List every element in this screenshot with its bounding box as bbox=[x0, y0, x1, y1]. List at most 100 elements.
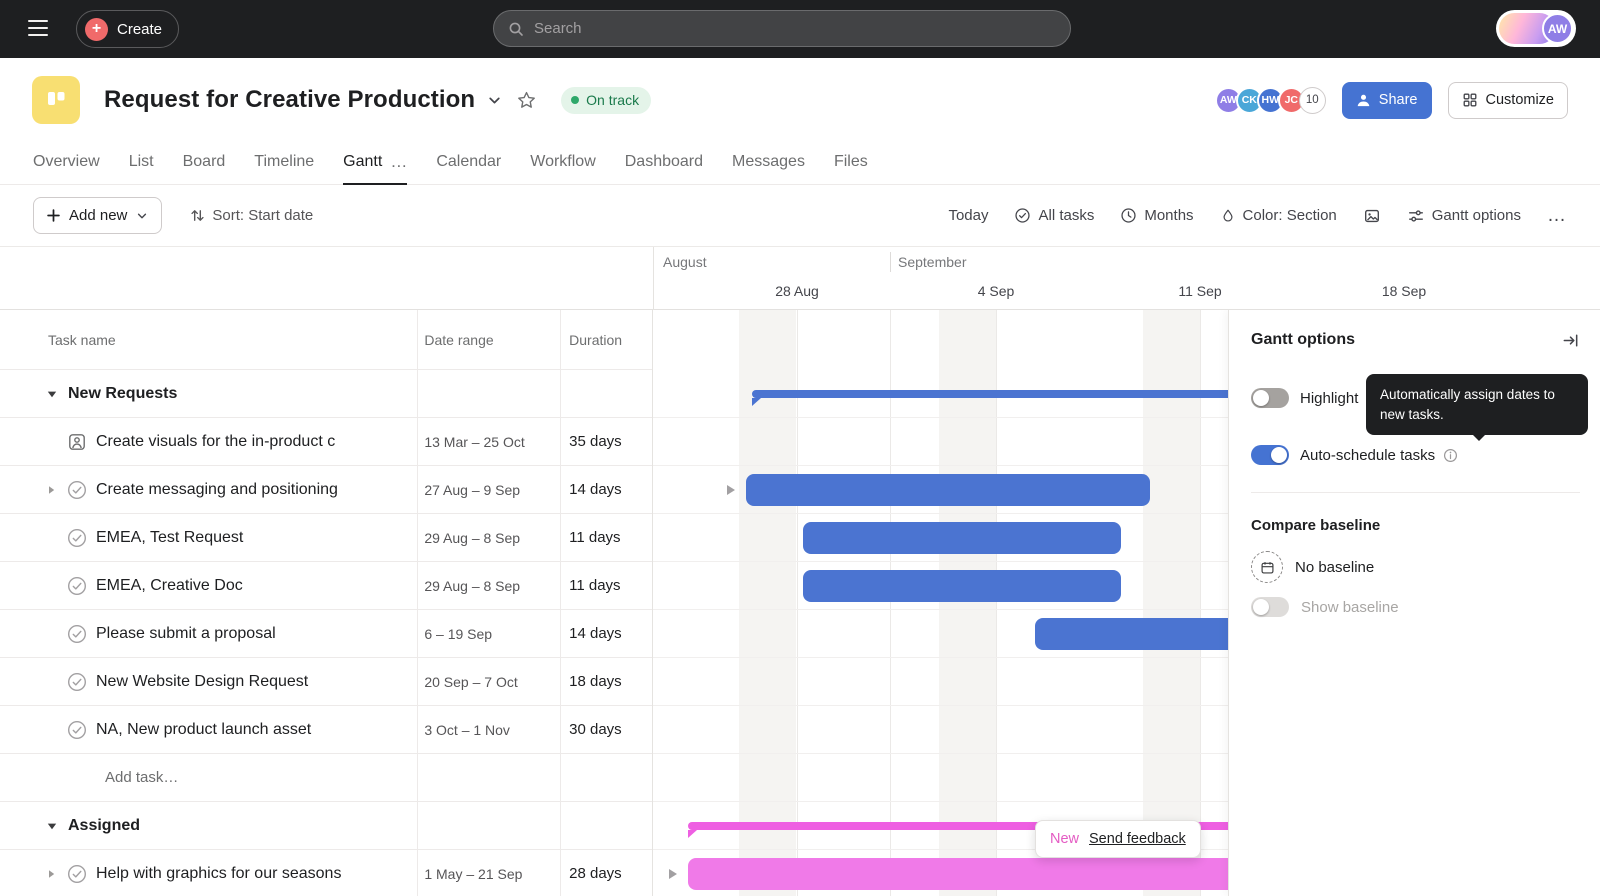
task-row[interactable]: Help with graphics for our seasons 1 May … bbox=[0, 850, 652, 896]
task-name[interactable]: Please submit a proposal bbox=[96, 625, 276, 643]
hamburger-menu-icon[interactable] bbox=[28, 20, 48, 36]
expand-arrow-icon[interactable] bbox=[46, 485, 58, 495]
info-icon[interactable] bbox=[1443, 448, 1458, 463]
task-bar[interactable] bbox=[803, 522, 1121, 554]
table-chart-divider bbox=[653, 247, 654, 310]
task-row[interactable]: EMEA, Creative Doc29 Aug – 8 Sep11 days bbox=[0, 562, 652, 610]
gantt-options-button[interactable]: Gantt options bbox=[1407, 207, 1521, 225]
task-row[interactable]: Please submit a proposal6 – 19 Sep14 day… bbox=[0, 610, 652, 658]
member-overflow-count[interactable]: 10 bbox=[1299, 87, 1326, 114]
project-header: Request for Creative Production On track… bbox=[0, 58, 1600, 142]
customize-button[interactable]: Customize bbox=[1448, 82, 1569, 119]
zoom-level-control[interactable]: Months bbox=[1120, 207, 1193, 224]
section-chevron-icon[interactable] bbox=[46, 388, 58, 400]
show-baseline-toggle[interactable] bbox=[1251, 597, 1289, 617]
add-task-row[interactable]: Add task… bbox=[0, 754, 652, 802]
task-name[interactable]: New Website Design Request bbox=[96, 673, 308, 691]
date-range-cell: 27 Aug – 9 Sep bbox=[416, 482, 559, 498]
task-table-body: New Requests Create visuals for the in-pr… bbox=[0, 370, 652, 896]
auto-schedule-toggle[interactable] bbox=[1251, 445, 1289, 465]
check-circle-icon[interactable] bbox=[67, 720, 87, 740]
project-icon[interactable] bbox=[32, 76, 80, 124]
section-row[interactable]: Assigned bbox=[0, 802, 652, 850]
favorite-star-icon[interactable] bbox=[516, 90, 537, 111]
tab-board[interactable]: Board bbox=[183, 153, 226, 185]
portrait-icon[interactable] bbox=[67, 432, 87, 452]
tab-overflow-icon[interactable]: … bbox=[390, 158, 407, 166]
create-button[interactable]: + Create bbox=[76, 10, 179, 48]
chevron-down-icon[interactable] bbox=[487, 93, 502, 108]
search-bar[interactable] bbox=[493, 10, 1071, 47]
search-input[interactable] bbox=[534, 20, 1014, 37]
tab-files[interactable]: Files bbox=[834, 153, 868, 185]
task-name[interactable]: Help with graphics for our seasons bbox=[96, 865, 341, 883]
task-name[interactable]: EMEA, Creative Doc bbox=[96, 577, 243, 595]
collapse-panel-icon[interactable] bbox=[1561, 331, 1580, 350]
add-task-label[interactable]: Add task… bbox=[105, 769, 178, 786]
all-tasks-filter[interactable]: All tasks bbox=[1014, 207, 1094, 224]
tab-messages[interactable]: Messages bbox=[732, 153, 805, 185]
date-range-cell: 13 Mar – 25 Oct bbox=[416, 434, 559, 450]
tab-overview[interactable]: Overview bbox=[33, 153, 100, 185]
date-range-cell: 20 Sep – 7 Oct bbox=[416, 674, 559, 690]
check-circle-icon[interactable] bbox=[67, 528, 87, 548]
add-new-label: Add new bbox=[69, 207, 127, 224]
today-button[interactable]: Today bbox=[948, 207, 988, 224]
highlight-toggle[interactable] bbox=[1251, 388, 1289, 408]
auto-schedule-label: Auto-schedule tasks bbox=[1300, 447, 1435, 464]
tab-list[interactable]: List bbox=[129, 153, 154, 185]
sort-control[interactable]: Sort: Start date bbox=[190, 207, 313, 224]
check-circle-icon[interactable] bbox=[67, 624, 87, 644]
check-circle-icon bbox=[1014, 207, 1031, 224]
tab-timeline[interactable]: Timeline bbox=[254, 153, 314, 185]
tab-gantt[interactable]: Gantt… bbox=[343, 153, 407, 185]
user-menu[interactable]: AW bbox=[1496, 10, 1576, 47]
section-name[interactable]: New Requests bbox=[68, 385, 177, 403]
export-image-button[interactable] bbox=[1363, 207, 1381, 225]
date-range-cell: 6 – 19 Sep bbox=[416, 626, 559, 642]
no-baseline-label: No baseline bbox=[1295, 559, 1374, 576]
date-range-cell: 29 Aug – 8 Sep bbox=[416, 578, 559, 594]
section-chevron-icon[interactable] bbox=[46, 820, 58, 832]
user-avatar[interactable]: AW bbox=[1542, 13, 1573, 44]
col-task-name: Task name bbox=[0, 332, 416, 348]
task-name[interactable]: EMEA, Test Request bbox=[96, 529, 243, 547]
task-bar[interactable] bbox=[803, 570, 1121, 602]
search-icon bbox=[508, 21, 524, 37]
bar-expand-arrow-icon[interactable] bbox=[669, 869, 677, 879]
section-row[interactable]: New Requests bbox=[0, 370, 652, 418]
tab-dashboard[interactable]: Dashboard bbox=[625, 153, 703, 185]
share-person-icon bbox=[1356, 93, 1371, 108]
task-row[interactable]: NA, New product launch asset3 Oct – 1 No… bbox=[0, 706, 652, 754]
task-bar[interactable] bbox=[746, 474, 1150, 506]
color-by-control[interactable]: Color: Section bbox=[1220, 207, 1337, 224]
add-new-button[interactable]: Add new bbox=[33, 197, 162, 234]
task-row[interactable]: EMEA, Test Request29 Aug – 8 Sep11 days bbox=[0, 514, 652, 562]
date-range-cell: 1 May – 21 Sep bbox=[416, 866, 559, 882]
check-circle-icon[interactable] bbox=[67, 576, 87, 596]
task-name[interactable]: NA, New product launch asset bbox=[96, 721, 311, 739]
status-badge[interactable]: On track bbox=[561, 87, 651, 114]
send-feedback-link[interactable]: Send feedback bbox=[1089, 831, 1186, 847]
date-range-cell: 29 Aug – 8 Sep bbox=[416, 530, 559, 546]
bar-expand-arrow-icon[interactable] bbox=[727, 485, 735, 495]
compare-baseline-heading: Compare baseline bbox=[1251, 517, 1580, 534]
task-name[interactable]: Create visuals for the in-product c bbox=[96, 433, 335, 451]
tab-workflow[interactable]: Workflow bbox=[530, 153, 596, 185]
task-row[interactable]: Create visuals for the in-product c 13 Ma… bbox=[0, 418, 652, 466]
task-row[interactable]: New Website Design Request 20 Sep – 7 Oct… bbox=[0, 658, 652, 706]
toolbar-overflow-icon[interactable]: … bbox=[1547, 205, 1567, 227]
share-button[interactable]: Share bbox=[1342, 82, 1432, 119]
chevron-down-icon bbox=[136, 210, 148, 222]
task-name[interactable]: Create messaging and positioning bbox=[96, 481, 338, 499]
month-label: September bbox=[898, 254, 966, 270]
check-circle-icon[interactable] bbox=[67, 864, 87, 884]
tab-calendar[interactable]: Calendar bbox=[436, 153, 501, 185]
check-circle-icon[interactable] bbox=[67, 480, 87, 500]
task-row[interactable]: Create messaging and positioning 27 Aug –… bbox=[0, 466, 652, 514]
section-name[interactable]: Assigned bbox=[68, 817, 140, 835]
check-circle-icon[interactable] bbox=[67, 672, 87, 692]
no-baseline-selector[interactable]: No baseline bbox=[1251, 551, 1580, 583]
expand-arrow-icon[interactable] bbox=[46, 869, 58, 879]
tab-bar: Overview List Board Timeline Gantt… Calendar W… bbox=[0, 142, 1600, 185]
